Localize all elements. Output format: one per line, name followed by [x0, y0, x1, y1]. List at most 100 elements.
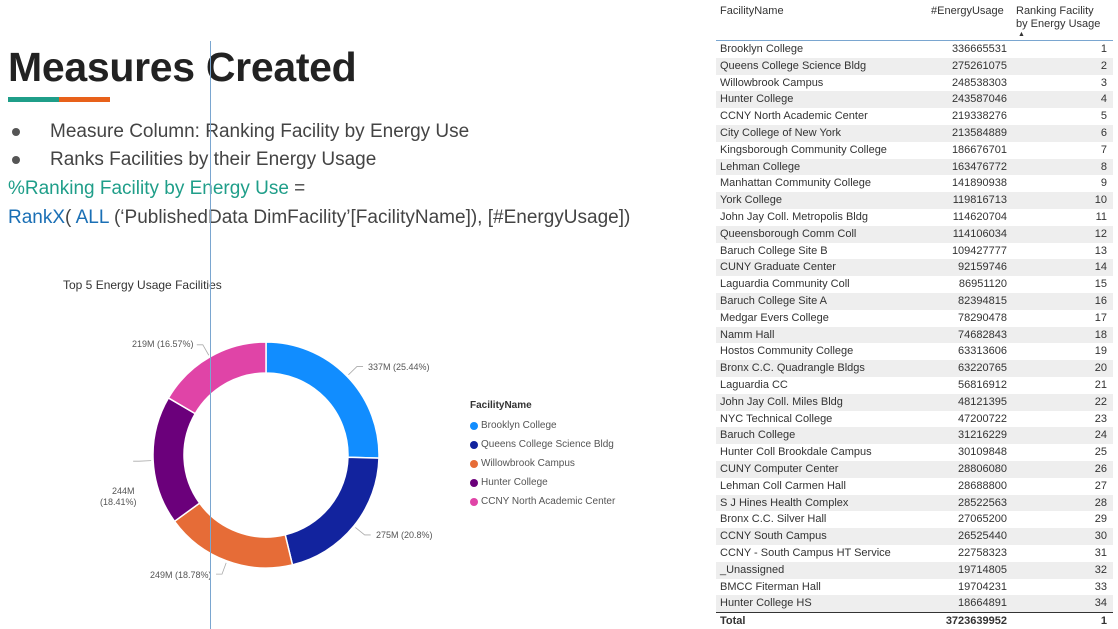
formula-line-2: RankX( ALL (‘PublishedData DimFacility’[…	[8, 203, 630, 232]
table-row[interactable]: John Jay Coll. Metropolis Bldg 114620704 1…	[716, 209, 1113, 226]
column-header-ranking-line1: Ranking Facility	[1016, 5, 1094, 17]
table-row[interactable]: City College of New York 213584889 6	[716, 124, 1113, 142]
table-row[interactable]: York College 119816713 10	[716, 192, 1113, 209]
cell-energy-usage: 213584889	[951, 126, 1007, 139]
column-header-facility-name[interactable]: FacilityName	[720, 5, 784, 18]
table-total-row: Total 3723639952 1	[716, 612, 1113, 629]
cell-rank: 29	[1094, 513, 1107, 526]
bullet-item: Measure Column: Ranking Facility by Ener…	[8, 118, 469, 146]
cell-facility-name: S J Hines Health Complex	[720, 496, 849, 509]
donut-slice[interactable]	[152, 396, 201, 523]
cell-rank: 27	[1094, 479, 1107, 492]
table-row[interactable]: Kingsborough Community College 186676701 7	[716, 142, 1113, 159]
cell-facility-name: York College	[720, 194, 782, 207]
cell-rank: 6	[1100, 126, 1107, 139]
cell-rank: 22	[1094, 395, 1107, 408]
formula-paren: (	[65, 207, 76, 228]
cell-rank: 3	[1100, 76, 1107, 89]
cell-rank: 34	[1094, 597, 1107, 610]
table-row[interactable]: Manhattan Community College 141890938 9	[716, 175, 1113, 192]
table-row[interactable]: Brooklyn College 336665531 1	[716, 41, 1113, 58]
donut-chart[interactable]: 337M (25.44%) 275M (20.8%) 249M (18.78%) 24…	[0, 300, 460, 629]
table-row[interactable]: Lehman Coll Carmen Hall 28688800 27	[716, 478, 1113, 495]
table-row[interactable]: Willowbrook Campus 248538303 3	[716, 75, 1113, 92]
table-row[interactable]: CUNY Graduate Center 92159746 14	[716, 259, 1113, 277]
cell-energy-usage: 248538303	[951, 76, 1007, 89]
cell-energy-usage: 56816912	[958, 378, 1007, 391]
cell-facility-name: City College of New York	[720, 126, 842, 139]
legend-item[interactable]: Queens College Science Bldg	[470, 435, 615, 454]
accent-bar-teal	[8, 97, 59, 102]
legend-item[interactable]: Willowbrook Campus	[470, 454, 615, 473]
table-row[interactable]: Hostos Community College 63313606 19	[716, 343, 1113, 360]
sort-ascending-icon[interactable]: ▲	[1018, 31, 1025, 38]
legend-label: Willowbrook Campus	[481, 458, 575, 469]
legend-item[interactable]: Hunter College	[470, 473, 615, 492]
legend-item[interactable]: Brooklyn College	[470, 416, 615, 435]
table-row[interactable]: Baruch College Site A 82394815 16	[716, 292, 1113, 310]
chart-title: Top 5 Energy Usage Facilities	[63, 278, 222, 292]
cell-rank: 12	[1094, 227, 1107, 240]
cell-facility-name: Hunter College	[720, 93, 794, 106]
table-row[interactable]: NYC Technical College 47200722 23	[716, 411, 1113, 428]
column-header-ranking[interactable]: Ranking Facility by Energy Usage	[1016, 5, 1111, 31]
cell-rank: 26	[1094, 462, 1107, 475]
table-row[interactable]: _Unassigned 19714805 32	[716, 561, 1113, 579]
facility-ranking-table: FacilityName #EnergyUsage Ranking Facili…	[716, 0, 1113, 629]
cell-energy-usage: 28688800	[958, 479, 1007, 492]
cell-energy-usage: 27065200	[958, 513, 1007, 526]
cell-facility-name: Queensborough Comm Coll	[720, 227, 857, 240]
legend-swatch-icon	[470, 440, 478, 449]
table-row[interactable]: BMCC Fiterman Hall 19704231 33	[716, 579, 1113, 596]
table-row[interactable]: S J Hines Health Complex 28522563 28	[716, 494, 1113, 512]
table-row[interactable]: CUNY Computer Center 28806080 26	[716, 460, 1113, 478]
table-row[interactable]: Baruch College 31216229 24	[716, 427, 1113, 445]
table-row[interactable]: Laguardia Community Coll 86951120 15	[716, 276, 1113, 293]
table-row[interactable]: Baruch College Site B 109427777 13	[716, 243, 1113, 260]
table-row[interactable]: Namm Hall 74682843 18	[716, 326, 1113, 344]
cell-energy-usage: 19704231	[958, 580, 1007, 593]
column-header-energy-usage[interactable]: #EnergyUsage	[931, 5, 1004, 18]
cell-energy-usage: 243587046	[951, 93, 1007, 106]
table-row[interactable]: CCNY North Academic Center 219338276 5	[716, 108, 1113, 125]
cell-energy-usage: 18664891	[958, 597, 1007, 610]
donut-slice[interactable]	[167, 341, 267, 415]
cell-facility-name: Medgar Evers College	[720, 311, 829, 324]
slice-data-label: 337M (25.44%)	[368, 362, 430, 372]
donut-slice[interactable]	[284, 456, 380, 566]
table-row[interactable]: Laguardia CC 56816912 21	[716, 377, 1113, 394]
table-row[interactable]: Hunter Coll Brookdale Campus 30109848 25	[716, 444, 1113, 461]
cell-rank: 14	[1094, 261, 1107, 274]
cell-facility-name: Bronx C.C. Silver Hall	[720, 513, 827, 526]
cell-facility-name: John Jay Coll. Metropolis Bldg	[720, 210, 868, 223]
table-row[interactable]: John Jay Coll. Miles Bldg 48121395 22	[716, 393, 1113, 411]
cell-energy-usage: 119816713	[952, 194, 1007, 207]
table-row[interactable]: CCNY - South Campus HT Service 22758323 31	[716, 545, 1113, 562]
table-row[interactable]: Queensborough Comm Coll 114106034 12	[716, 225, 1113, 243]
cell-facility-name: Namm Hall	[720, 328, 775, 341]
cell-facility-name: Queens College Science Bldg	[720, 59, 867, 72]
table-row[interactable]: CCNY South Campus 26525440 30	[716, 528, 1113, 545]
cell-facility-name: Bronx C.C. Quadrangle Bldgs	[720, 362, 865, 375]
cell-facility-name: CCNY North Academic Center	[720, 110, 868, 123]
donut-slice[interactable]	[265, 341, 380, 459]
cell-facility-name: Manhattan Community College	[720, 177, 872, 190]
table-row[interactable]: Hunter College HS 18664891 34	[716, 595, 1113, 613]
formula-function-all: ALL	[75, 207, 109, 228]
cell-rank: 9	[1100, 177, 1107, 190]
table-row[interactable]: Hunter College 243587046 4	[716, 91, 1113, 109]
cell-energy-usage: 186676701	[951, 143, 1007, 156]
table-row[interactable]: Bronx C.C. Silver Hall 27065200 29	[716, 511, 1113, 528]
table-row[interactable]: Bronx C.C. Quadrangle Bldgs 63220765 20	[716, 360, 1113, 377]
cell-facility-name: BMCC Fiterman Hall	[720, 580, 821, 593]
table-row[interactable]: Lehman College 163476772 8	[716, 158, 1113, 176]
legend-label: Hunter College	[481, 477, 548, 488]
table-row[interactable]: Queens College Science Bldg 275261075 2	[716, 57, 1113, 75]
formula-measure-name: %Ranking Facility by Energy Use	[8, 178, 289, 199]
donut-slice[interactable]	[173, 502, 294, 569]
cell-rank: 8	[1100, 160, 1107, 173]
table-body: Brooklyn College 336665531 1 Queens College…	[716, 41, 1113, 613]
legend-item[interactable]: CCNY North Academic Center	[470, 492, 615, 511]
cell-rank: 13	[1094, 244, 1107, 257]
table-row[interactable]: Medgar Evers College 78290478 17	[716, 310, 1113, 327]
